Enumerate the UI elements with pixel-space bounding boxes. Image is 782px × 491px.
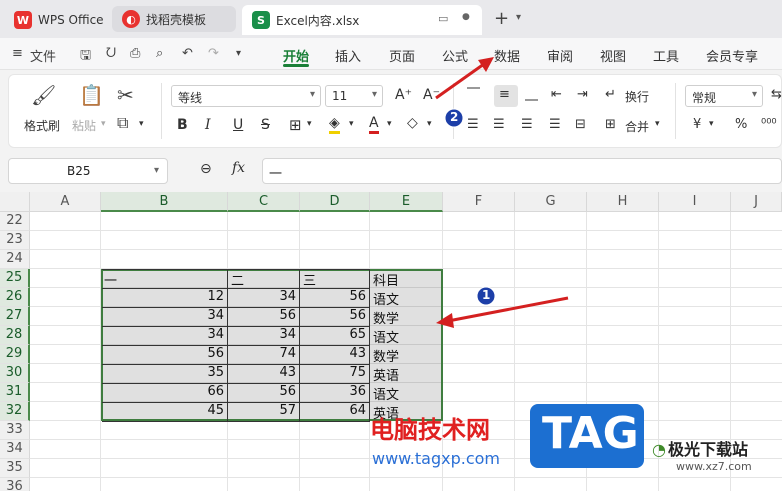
annotation-arrowhead-1 — [436, 313, 454, 328]
annotation-arrow-1 — [447, 296, 569, 323]
step-1-label: 1 — [482, 288, 491, 302]
jiguang-logo-icon: ◔ — [652, 440, 666, 459]
annotation-arrow-2 — [435, 62, 485, 100]
watermark-tag-text: TAG — [542, 408, 639, 459]
watermark-site-text: 电脑技术网 — [370, 416, 490, 444]
watermark-url: www.tagxp.com — [372, 449, 500, 468]
step-2-label: 2 — [450, 110, 459, 124]
watermark-site2: 极光下载站 — [668, 440, 749, 459]
watermark-url2: www.xz7.com — [676, 460, 752, 473]
watermark-tag-badge: TAG — [530, 404, 644, 468]
annotation-arrowhead-2 — [478, 57, 494, 72]
